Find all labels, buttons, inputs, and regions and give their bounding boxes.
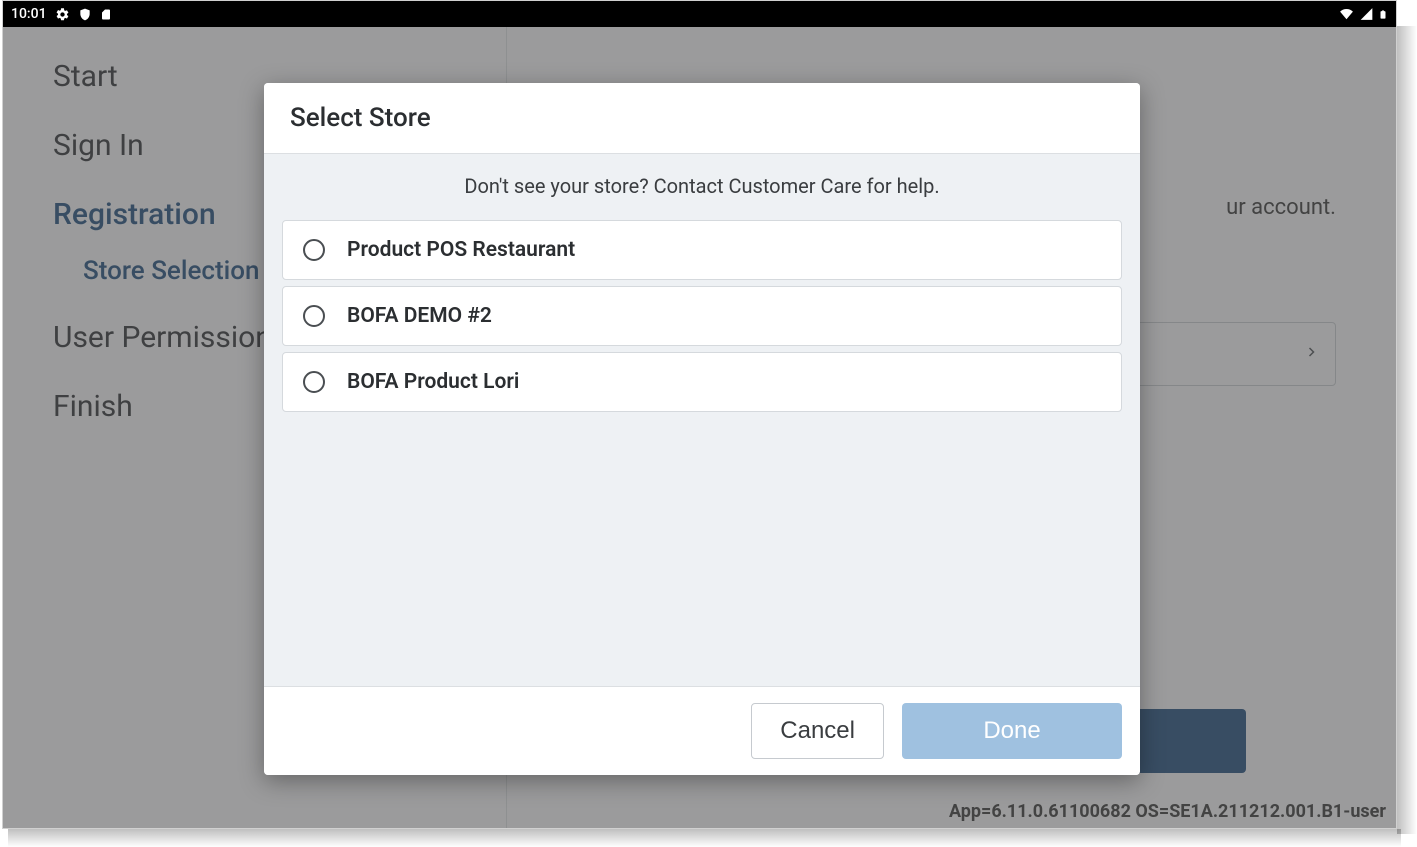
store-option-label: BOFA DEMO #2 — [347, 304, 492, 328]
gear-icon — [55, 7, 70, 22]
cancel-button[interactable]: Cancel — [751, 703, 884, 759]
store-option-0[interactable]: Product POS Restaurant — [282, 220, 1122, 280]
store-option-label: BOFA Product Lori — [347, 370, 519, 394]
dialog-title: Select Store — [290, 103, 1114, 133]
status-time: 10:01 — [11, 6, 47, 22]
select-store-dialog: Select Store Don't see your store? Conta… — [264, 83, 1140, 775]
store-option-1[interactable]: BOFA DEMO #2 — [282, 286, 1122, 346]
store-option-label: Product POS Restaurant — [347, 238, 575, 262]
store-option-2[interactable]: BOFA Product Lori — [282, 352, 1122, 412]
store-list: Product POS Restaurant BOFA DEMO #2 BOFA… — [282, 220, 1122, 412]
wifi-icon — [1338, 7, 1355, 21]
radio-icon — [303, 239, 325, 261]
dialog-footer: Cancel Done — [264, 686, 1140, 775]
dialog-help-text: Don't see your store? Contact Customer C… — [282, 174, 1122, 198]
dialog-header: Select Store — [264, 83, 1140, 154]
sd-card-icon — [100, 7, 112, 22]
status-bar: 10:01 — [3, 1, 1396, 27]
battery-icon — [1378, 7, 1388, 22]
shield-icon — [78, 7, 92, 22]
done-button[interactable]: Done — [902, 703, 1122, 759]
radio-icon — [303, 371, 325, 393]
cellular-icon — [1359, 7, 1374, 21]
dialog-body: Don't see your store? Contact Customer C… — [264, 154, 1140, 686]
radio-icon — [303, 305, 325, 327]
